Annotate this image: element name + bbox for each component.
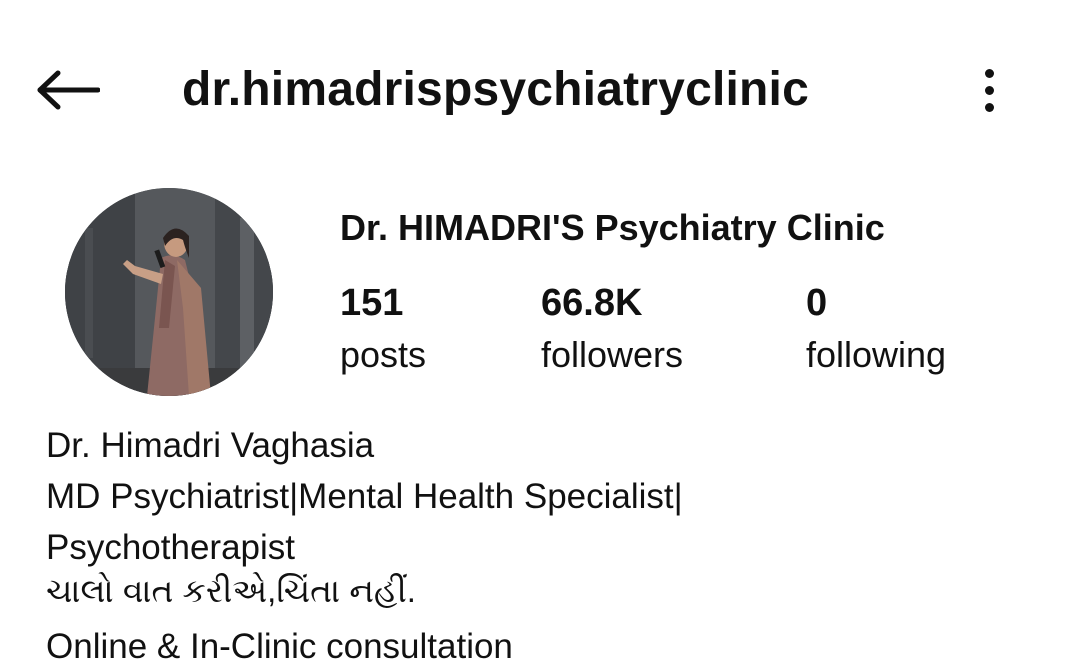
posts-count: 151 [340,282,404,324]
following-label: following [806,334,947,375]
followers-stat[interactable]: 66.8K followers [541,278,683,380]
posts-stat[interactable]: 151 posts [340,278,426,380]
back-button[interactable] [30,62,106,118]
bio-tagline: ચાલો વાત કરીએ,ચિંતા નહીં. [46,572,416,609]
bio-consultation: Online & In-Clinic consultation [46,627,513,666]
bio-name: Dr. Himadri Vaghasia [46,426,375,465]
followers-count: 66.8K [541,282,643,324]
profile-username: dr.himadrispsychiatryclinic [182,63,809,116]
vertical-dots-icon-dot [984,102,994,112]
profile-bio: Dr. Himadri Vaghasia MD Psychiatrist|Men… [46,420,1046,672]
more-options-button[interactable] [964,60,1014,120]
arrow-left-icon [37,70,100,110]
avatar[interactable] [65,188,273,396]
following-stat[interactable]: 0 following [806,278,946,380]
following-count: 0 [806,282,828,324]
profile-display-name: Dr. HIMADRI'S Psychiatry Clinic [340,207,885,248]
posts-label: posts [340,334,427,375]
followers-label: followers [541,334,684,375]
top-bar: dr.himadrispsychiatryclinic [0,0,1080,180]
vertical-dots-icon [984,68,994,78]
vertical-dots-icon-dot [984,85,994,95]
bio-title-continued: Psychotherapist [46,528,296,567]
avatar-photo [65,188,273,396]
bio-title: MD Psychiatrist|Mental Health Specialist… [46,477,683,516]
